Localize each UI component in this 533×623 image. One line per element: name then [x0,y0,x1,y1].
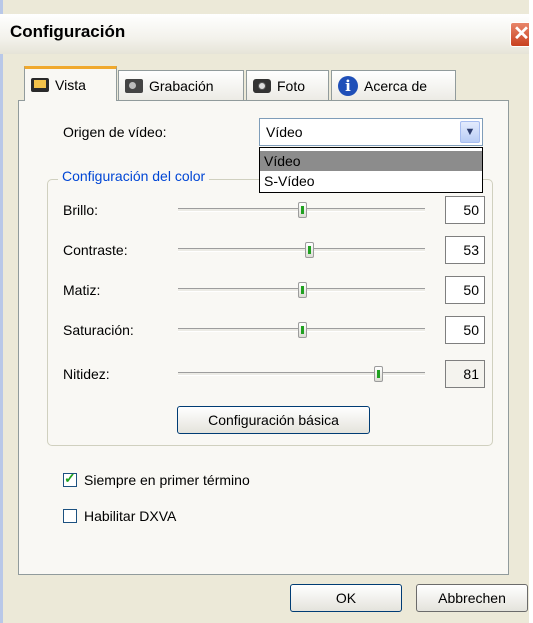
dropdown-option[interactable]: S-Vídeo [260,171,482,191]
slider-label: Brillo: [63,202,99,218]
tab-foto[interactable]: Foto [246,70,329,100]
slider-value-field[interactable]: 50 [445,196,485,224]
ok-button[interactable]: OK [290,584,402,612]
window-title: Configuración [10,22,126,41]
slider-track[interactable] [178,248,425,252]
slider-value-field[interactable]: 81 [445,360,485,388]
slider-thumb[interactable] [298,202,307,218]
info-icon: i [338,75,358,96]
slider-value-field[interactable]: 50 [445,276,485,304]
video-source-select[interactable]: Vídeo ▼ [259,118,483,146]
color-group-title: Configuración del color [58,168,210,184]
tab-label: Vista [55,77,86,93]
window-edge [529,0,533,623]
slider-thumb[interactable] [305,242,314,258]
tv-icon [31,78,49,92]
slider-label: Contraste: [63,242,128,258]
always-on-top-label[interactable]: Siempre en primer término [84,472,250,488]
tab-label: Acerca de [364,77,428,94]
video-source-value: Vídeo [266,124,303,140]
window-border [0,0,3,623]
slider-thumb[interactable] [374,366,383,382]
slider-value-field[interactable]: 50 [445,316,485,344]
tab-label: Grabación [149,77,214,94]
tab-acerca-de[interactable]: i Acerca de [331,70,456,100]
slider-label: Saturación: [63,322,134,338]
dropdown-option[interactable]: Vídeo [260,151,482,171]
video-source-label: Origen de vídeo: [63,124,167,140]
tab-grabacion[interactable]: Grabación [118,70,244,100]
always-on-top-checkbox[interactable] [63,470,77,487]
configuration-dialog: Configuración ✕ Vista Grabación Foto i A… [0,0,533,623]
camera-icon [253,78,271,93]
slider-value-field[interactable]: 53 [445,236,485,264]
slider-label: Nitidez: [63,366,110,382]
slider-track[interactable] [178,372,425,376]
slider-thumb[interactable] [298,322,307,338]
camcorder-icon [125,78,143,93]
tab-label: Foto [277,77,306,94]
dxva-checkbox[interactable] [63,509,77,523]
close-icon: ✕ [513,23,530,45]
tab-vista[interactable]: Vista [24,66,117,101]
video-source-dropdown-list: Vídeo S-Vídeo [259,147,483,193]
chevron-down-icon[interactable]: ▼ [460,121,480,143]
basic-settings-button[interactable]: Configuración básica [177,406,370,434]
slider-thumb[interactable] [298,282,307,298]
dxva-label[interactable]: Habilitar DXVA [84,508,176,524]
slider-label: Matiz: [63,282,101,298]
cancel-button[interactable]: Abbrechen [416,584,528,612]
